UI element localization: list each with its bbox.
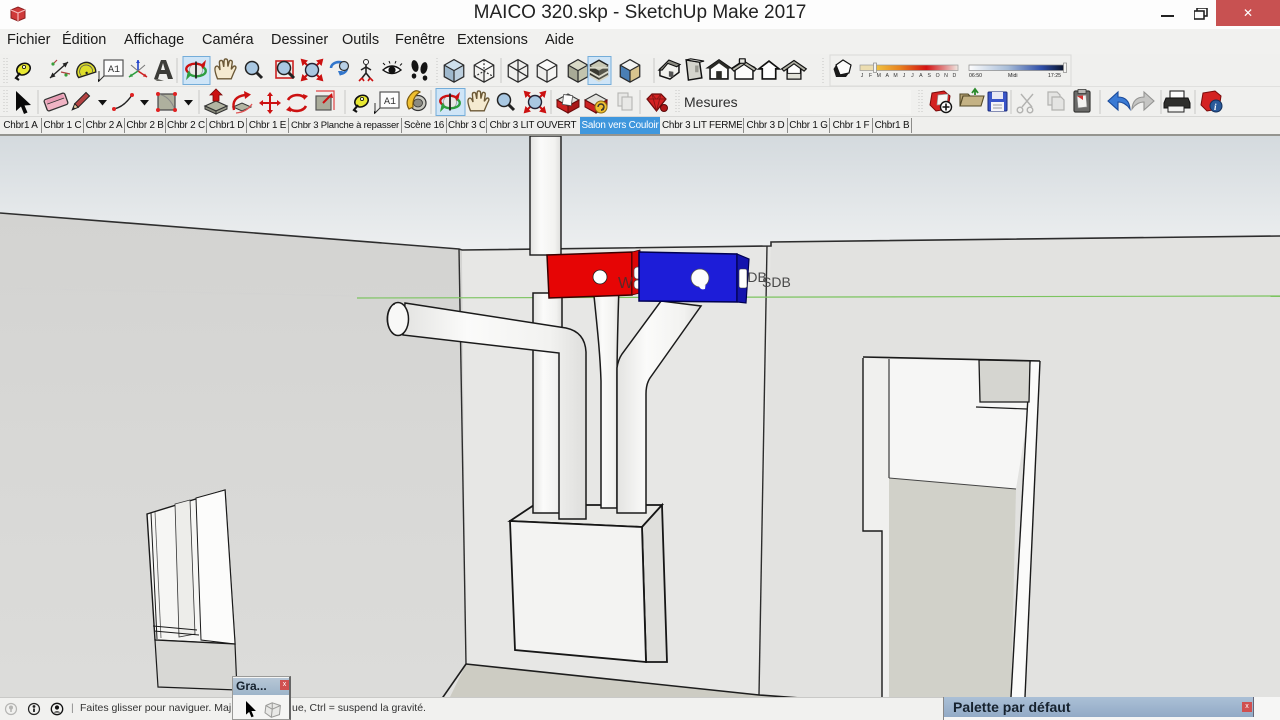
svg-text:17:25: 17:25	[1048, 73, 1061, 79]
svg-text:W: W	[618, 275, 634, 292]
svg-text:O: O	[936, 73, 940, 79]
svg-text:D: D	[953, 73, 957, 79]
svg-text:J: J	[903, 73, 906, 79]
svg-text:06:50: 06:50	[969, 73, 982, 79]
svg-text:Midi: Midi	[1008, 73, 1018, 79]
svg-text:S: S	[927, 73, 931, 79]
svg-text:A1: A1	[108, 65, 120, 76]
svg-text:J: J	[861, 73, 864, 79]
svg-text:N: N	[944, 73, 948, 79]
svg-text:Mesures: Mesures	[684, 94, 738, 110]
svg-text:A: A	[885, 73, 889, 79]
svg-text:A: A	[919, 73, 923, 79]
svg-text:M: M	[877, 73, 881, 79]
svg-text:F: F	[869, 73, 872, 79]
svg-text:SDB: SDB	[762, 274, 791, 290]
svg-text:M: M	[893, 73, 897, 79]
svg-text:J: J	[911, 73, 914, 79]
svg-text:A1: A1	[384, 97, 396, 108]
